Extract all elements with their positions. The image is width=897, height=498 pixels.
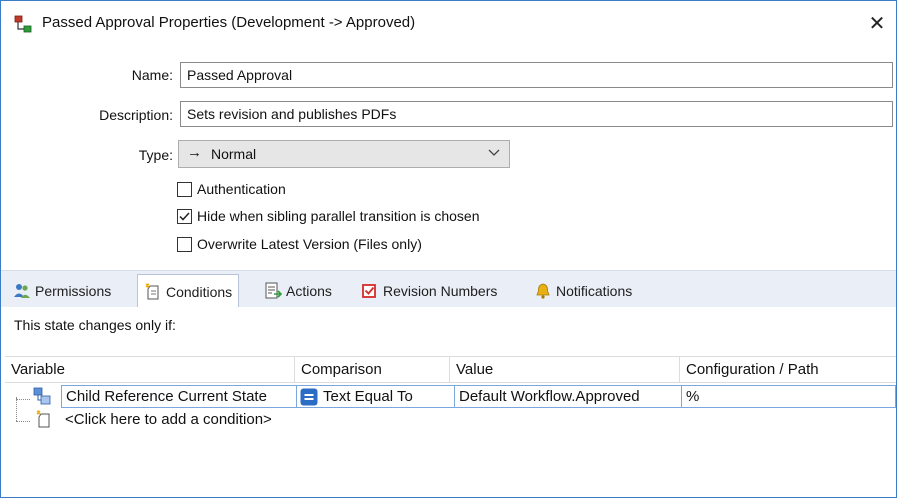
users-icon [14, 283, 30, 298]
condition-row[interactable]: Child Reference Current State Text Equal… [5, 385, 896, 408]
conditions-description: This state changes only if: [14, 317, 176, 333]
tab-conditions-label: Conditions [166, 283, 233, 300]
equals-icon [300, 388, 318, 406]
conditions-panel: This state changes only if: Variable Com… [1, 307, 896, 497]
authentication-checkbox-row[interactable]: Authentication [177, 179, 286, 199]
conditions-icon [145, 283, 159, 299]
description-field[interactable]: Sets revision and publishes PDFs [180, 101, 893, 127]
tree-connector [16, 421, 30, 422]
add-condition-icon [36, 410, 50, 428]
column-header-configuration-path[interactable]: Configuration / Path [680, 357, 896, 382]
hide-sibling-label: Hide when sibling parallel transition is… [197, 208, 480, 224]
type-dropdown[interactable]: → Normal [178, 140, 510, 168]
checkmark-icon [179, 211, 190, 221]
tab-permissions-label: Permissions [35, 282, 112, 299]
close-button[interactable]: ✕ [862, 9, 892, 39]
dialog-window: Passed Approval Properties (Development … [0, 0, 897, 498]
hide-sibling-checkbox[interactable] [177, 208, 192, 224]
tab-permissions[interactable]: Permissions [13, 275, 111, 306]
arrow-right-icon: → [187, 144, 202, 161]
revision-checkbox-icon [362, 283, 376, 298]
condition-config-cell[interactable]: % [681, 385, 896, 408]
condition-comparison-cell[interactable]: Text Equal To [296, 385, 456, 408]
tab-strip: Permissions Conditions Actions Revision … [1, 270, 896, 308]
actions-icon [265, 282, 282, 298]
condition-comparison-text: Text Equal To [323, 388, 413, 405]
type-selected-value: Normal [211, 146, 257, 162]
authentication-checkbox[interactable] [177, 181, 192, 197]
tab-revision-numbers[interactable]: Revision Numbers [361, 275, 497, 306]
authentication-label: Authentication [197, 181, 286, 197]
tab-notifications-label: Notifications [556, 282, 633, 299]
column-header-variable[interactable]: Variable [5, 357, 295, 382]
add-condition-link[interactable]: <Click here to add a condition> [65, 411, 272, 428]
column-header-value[interactable]: Value [450, 357, 680, 382]
name-field[interactable]: Passed Approval [180, 62, 893, 88]
name-label: Name: [131, 67, 173, 83]
bell-icon [536, 283, 550, 299]
tab-revision-numbers-label: Revision Numbers [383, 282, 498, 299]
overwrite-latest-checkbox-row[interactable]: Overwrite Latest Version (Files only) [177, 234, 422, 254]
window-title: Passed Approval Properties (Development … [42, 14, 416, 31]
workflow-transition-icon [14, 15, 32, 33]
condition-value-cell[interactable]: Default Workflow.Approved [454, 385, 682, 408]
title-bar: Passed Approval Properties (Development … [1, 1, 896, 45]
chevron-down-icon [488, 149, 500, 156]
column-header-comparison[interactable]: Comparison [295, 357, 450, 382]
description-label: Description: [99, 107, 173, 123]
hide-sibling-checkbox-row[interactable]: Hide when sibling parallel transition is… [177, 206, 480, 226]
tab-notifications[interactable]: Notifications [534, 275, 632, 306]
type-label: Type: [138, 147, 173, 163]
tab-actions[interactable]: Actions [264, 275, 332, 306]
condition-variable-cell[interactable]: Child Reference Current State [61, 385, 300, 408]
tab-actions-label: Actions [286, 282, 332, 299]
tab-conditions[interactable]: Conditions [137, 274, 240, 308]
overwrite-latest-label: Overwrite Latest Version (Files only) [197, 236, 422, 252]
conditions-grid-header: Variable Comparison Value Configuration … [5, 356, 896, 383]
overwrite-latest-checkbox[interactable] [177, 236, 192, 252]
